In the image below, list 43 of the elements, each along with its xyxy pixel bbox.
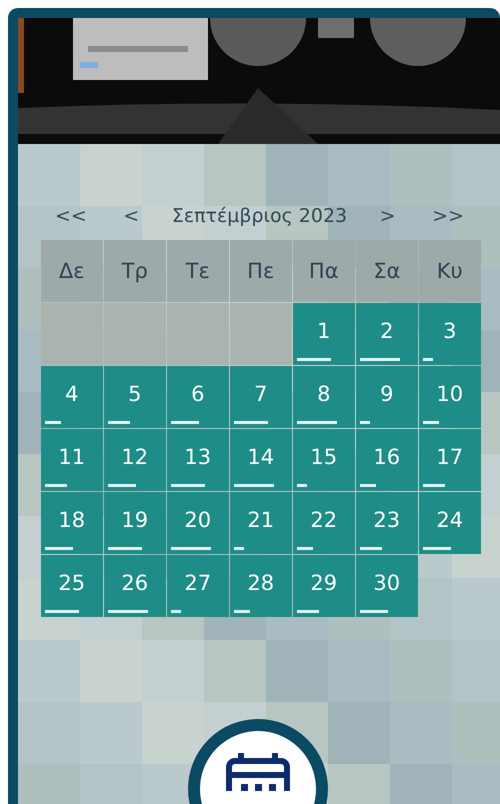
- day-cell[interactable]: 16: [356, 429, 418, 490]
- day-cell[interactable]: 25: [41, 555, 102, 616]
- day-cell[interactable]: 6: [167, 366, 228, 428]
- weekday-header: Πε: [230, 240, 292, 302]
- day-cell[interactable]: 8: [293, 366, 354, 428]
- day-cell[interactable]: 18: [41, 492, 102, 554]
- next-year-button[interactable]: >>: [428, 203, 468, 229]
- day-cell[interactable]: 4: [41, 366, 102, 428]
- day-cell[interactable]: 30: [356, 555, 418, 616]
- day-cell[interactable]: 29: [293, 555, 354, 616]
- day-cell[interactable]: 19: [104, 492, 166, 554]
- weekday-header: Πα: [293, 240, 354, 302]
- calendar-icon: [223, 751, 293, 791]
- day-cell[interactable]: 27: [167, 555, 228, 616]
- day-cell[interactable]: 23: [356, 492, 418, 554]
- day-cell[interactable]: 5: [104, 366, 166, 428]
- day-cell[interactable]: 15: [293, 429, 354, 490]
- day-cell[interactable]: 24: [419, 492, 480, 554]
- day-cell[interactable]: 7: [230, 366, 292, 428]
- previous-month-button[interactable]: <: [119, 203, 144, 229]
- weekday-header: Δε: [41, 240, 102, 302]
- day-cell[interactable]: 10: [419, 366, 480, 428]
- day-cell[interactable]: 28: [230, 555, 292, 616]
- day-cell[interactable]: 17: [419, 429, 480, 490]
- day-cell[interactable]: 22: [293, 492, 354, 554]
- day-cell[interactable]: 3: [419, 303, 480, 364]
- month-title: Σεπτέμβριος 2023: [172, 205, 348, 227]
- day-cell[interactable]: 11: [41, 429, 102, 490]
- weekday-header: Τε: [167, 240, 228, 302]
- weekday-header: Κυ: [419, 240, 480, 302]
- weekday-header: Τρ: [104, 240, 166, 302]
- day-cell[interactable]: 13: [167, 429, 228, 490]
- day-cell[interactable]: 9: [356, 366, 418, 428]
- day-cell[interactable]: 21: [230, 492, 292, 554]
- day-cell[interactable]: 1: [293, 303, 354, 364]
- next-month-button[interactable]: >: [376, 203, 400, 229]
- previous-year-button[interactable]: <<: [51, 203, 91, 229]
- day-cell[interactable]: 26: [104, 555, 166, 616]
- day-cell[interactable]: 20: [167, 492, 228, 554]
- day-cell[interactable]: 12: [104, 429, 166, 490]
- day-cell[interactable]: 2: [356, 303, 418, 364]
- day-cell[interactable]: 14: [230, 429, 292, 490]
- weekday-header: Σα: [356, 240, 418, 302]
